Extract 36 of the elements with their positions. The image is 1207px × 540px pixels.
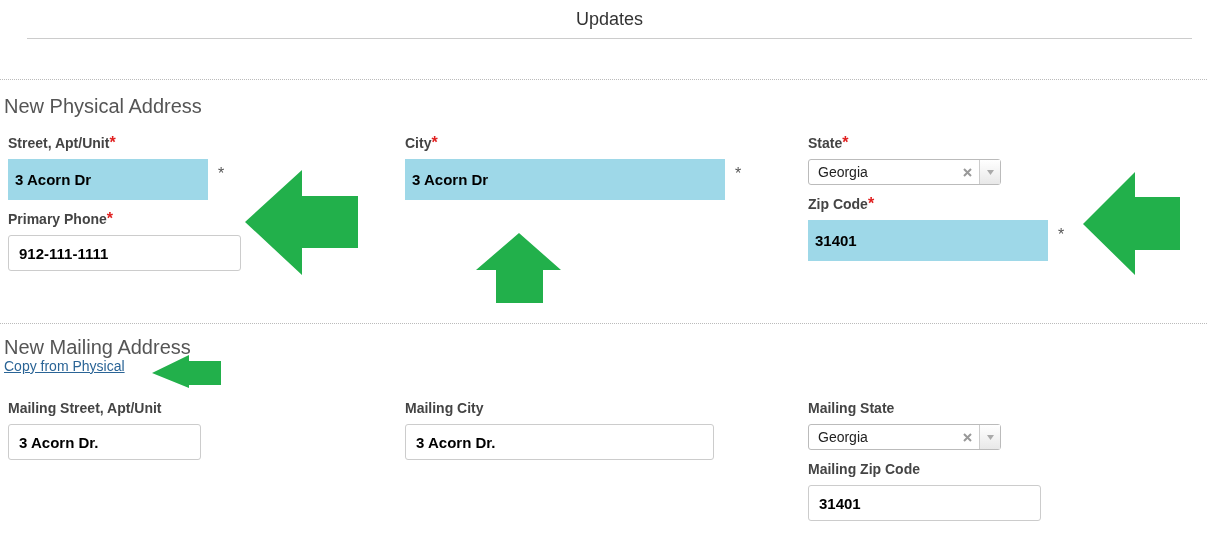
clear-icon[interactable] <box>963 432 972 442</box>
text-field[interactable]: 3 Acorn Dr <box>405 159 725 200</box>
text-field[interactable]: 31401 <box>808 485 1041 521</box>
state-dropdown[interactable]: Georgia <box>808 159 1001 185</box>
field-label: Zip Code* <box>808 196 875 212</box>
field-label: Mailing City <box>405 400 484 416</box>
field-label: Primary Phone* <box>8 211 114 227</box>
field-label: Mailing State <box>808 400 895 416</box>
left-arrow-icon <box>245 170 359 276</box>
state-dropdown[interactable]: Georgia <box>808 424 1001 450</box>
text-field[interactable]: 3 Acorn Dr. <box>405 424 714 460</box>
required-mark: * <box>842 134 849 151</box>
text-field[interactable]: 31401 <box>808 220 1048 261</box>
page-title: Updates <box>575 8 643 30</box>
required-mark: * <box>1058 225 1065 244</box>
required-mark: * <box>867 195 875 212</box>
text-field[interactable]: 3 Acorn Dr. <box>8 424 201 460</box>
copy-link[interactable]: Copy from Physical <box>4 358 125 374</box>
field-label: Mailing Street, Apt/Unit <box>8 400 162 416</box>
text-field[interactable]: 912-111-1111 <box>8 235 241 271</box>
field-label: Street, Apt/Unit* <box>8 135 116 151</box>
field-label: Mailing Zip Code <box>808 461 920 477</box>
field-label: City* <box>405 135 438 151</box>
clear-icon[interactable] <box>963 167 972 177</box>
section-heading: New Mailing Address <box>4 337 192 357</box>
left-arrow-icon <box>1083 172 1181 276</box>
required-mark: * <box>431 134 438 151</box>
required-mark: * <box>218 164 225 183</box>
field-label: State* <box>808 135 849 151</box>
required-mark: * <box>109 134 116 151</box>
text-field[interactable]: 3 Acorn Dr <box>8 159 208 200</box>
up-arrow-icon <box>476 233 562 304</box>
required-mark: * <box>106 210 114 227</box>
left-arrow-icon <box>152 355 222 389</box>
required-mark: * <box>735 164 742 183</box>
section-heading: New Physical Address <box>4 94 203 118</box>
